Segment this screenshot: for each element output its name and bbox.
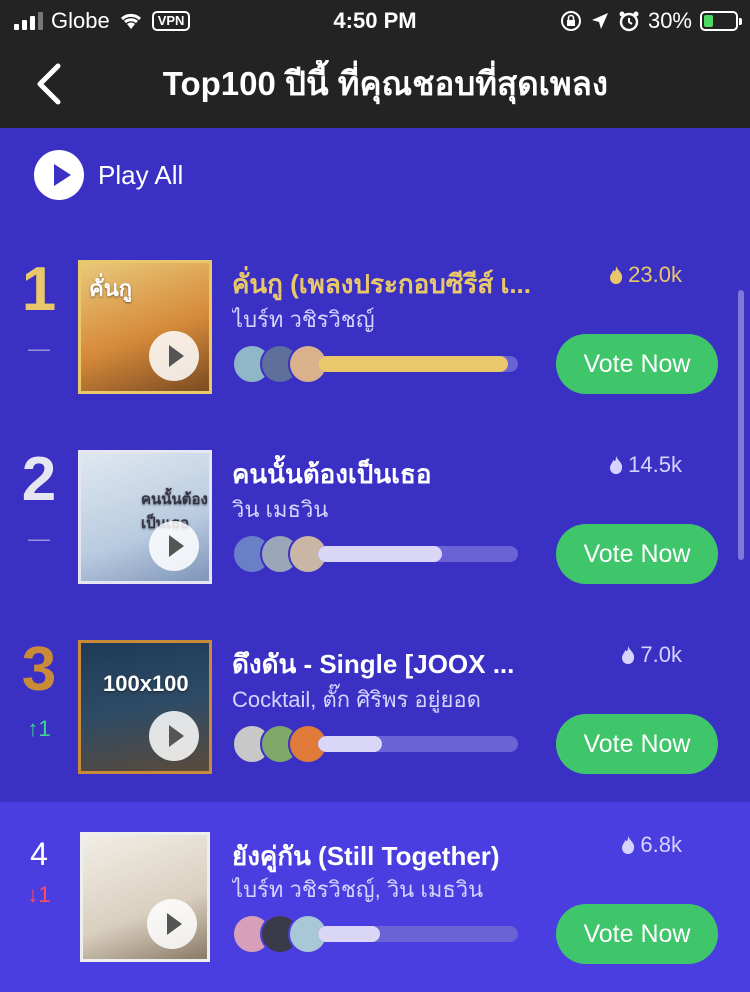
- vote-progress-fill: [318, 736, 382, 752]
- hot-value: 14.5k: [628, 452, 682, 477]
- cover-play-icon[interactable]: [149, 331, 199, 381]
- song-title: ดึงดัน - Single [JOOX ...: [232, 649, 515, 679]
- location-icon: [591, 13, 608, 29]
- rank-number: 3: [21, 635, 57, 704]
- page-title-text: Top100 ปีนี้ ที่คุณชอบที่สุดเพลง: [162, 65, 608, 102]
- voter-avatars: [232, 344, 332, 384]
- vote-progress-bar: [318, 736, 518, 752]
- song-artist: ไบร์ท วชิรวิชญ์, วิน เมธวิน: [232, 877, 484, 902]
- cover-text: 100x100: [103, 671, 189, 696]
- album-cover[interactable]: [80, 832, 210, 962]
- album-cover[interactable]: คั่นกู: [78, 260, 212, 394]
- hot-value: 7.0k: [640, 642, 682, 667]
- rank-number: 4: [30, 836, 48, 872]
- rank-trend: —: [28, 526, 50, 551]
- vote-progress-bar: [318, 546, 518, 562]
- cover-text: คั่นกู: [89, 276, 133, 301]
- song-title: คั่นกู (เพลงประกอบซีรีส์ เ...: [232, 269, 531, 299]
- flame-icon: [622, 646, 635, 664]
- vote-now-button[interactable]: Vote Now: [556, 524, 718, 584]
- song-row[interactable]: 3 ↑1 100x100 ดึงดัน - Single [JOOX ... C…: [0, 620, 750, 810]
- rank-number: 1: [21, 255, 57, 324]
- status-right: 30%: [560, 8, 742, 34]
- hot-count: 14.5k: [608, 452, 682, 478]
- album-cover[interactable]: 100x100: [78, 640, 212, 774]
- page-title: Top100 ปีนี้ ที่คุณชอบที่สุดเพลง: [140, 60, 608, 108]
- nav-bar: Top100 ปีนี้ ที่คุณชอบที่สุดเพลง: [0, 42, 750, 128]
- hot-count: 7.0k: [620, 642, 682, 668]
- rank-trend: ↑1: [27, 716, 51, 741]
- cover-play-icon[interactable]: [149, 521, 199, 571]
- flame-icon: [610, 266, 623, 284]
- song-title: คนนั้นต้องเป็นเธอ: [232, 459, 432, 489]
- rotation-lock-icon: [560, 11, 581, 31]
- battery-icon: [700, 11, 742, 31]
- vote-now-button[interactable]: Vote Now: [556, 714, 718, 774]
- vote-now-button[interactable]: Vote Now: [556, 334, 718, 394]
- flame-icon: [622, 836, 635, 854]
- scrollbar[interactable]: [738, 290, 744, 560]
- song-row[interactable]: 4 ↓1 ยังคู่กัน (Still Together) ไบร์ท วช…: [0, 802, 750, 992]
- hot-count: 23.0k: [608, 262, 682, 288]
- vote-progress-fill: [318, 356, 508, 372]
- cover-play-icon[interactable]: [147, 899, 197, 949]
- song-artist: วิน เมธวิน: [232, 497, 329, 522]
- voter-avatars: [232, 724, 332, 764]
- album-cover[interactable]: คนนั้นต้องเป็นเธอ: [78, 450, 212, 584]
- song-title: ยังคู่กัน (Still Together): [232, 841, 500, 871]
- voter-avatars: [232, 914, 332, 954]
- song-row[interactable]: 2 — คนนั้นต้องเป็นเธอ คนนั้นต้องเป็นเธอ …: [0, 430, 750, 620]
- rank-number: 2: [21, 445, 57, 514]
- battery-percent: 30%: [647, 8, 692, 33]
- vote-progress-bar: [318, 926, 518, 942]
- vote-progress-fill: [318, 546, 442, 562]
- song-row[interactable]: 1 — คั่นกู คั่นกู (เพลงประกอบซีรีส์ เ...…: [0, 240, 750, 430]
- back-icon[interactable]: [28, 62, 72, 106]
- hot-value: 23.0k: [628, 262, 682, 287]
- hot-value: 6.8k: [640, 832, 682, 857]
- vote-progress-bar: [318, 356, 518, 372]
- rank-trend: —: [28, 336, 50, 361]
- alarm-icon: [619, 11, 639, 32]
- rank-trend: ↓1: [27, 882, 51, 907]
- voter-avatars: [232, 534, 332, 574]
- flame-icon: [610, 456, 623, 474]
- play-all-button[interactable]: Play All: [34, 150, 183, 200]
- hot-count: 6.8k: [620, 832, 682, 858]
- vote-progress-fill: [318, 926, 380, 942]
- song-artist: Cocktail, ตั๊ก ศิริพร อยู่ยอด: [232, 687, 481, 712]
- cover-play-icon[interactable]: [149, 711, 199, 761]
- play-icon: [34, 150, 84, 200]
- play-all-label: Play All: [98, 159, 184, 190]
- status-bar: Globe VPN 4:50 PM 30%: [0, 0, 750, 42]
- song-artist: ไบร์ท วชิรวิชญ์: [232, 307, 375, 332]
- vote-now-button[interactable]: Vote Now: [556, 904, 718, 964]
